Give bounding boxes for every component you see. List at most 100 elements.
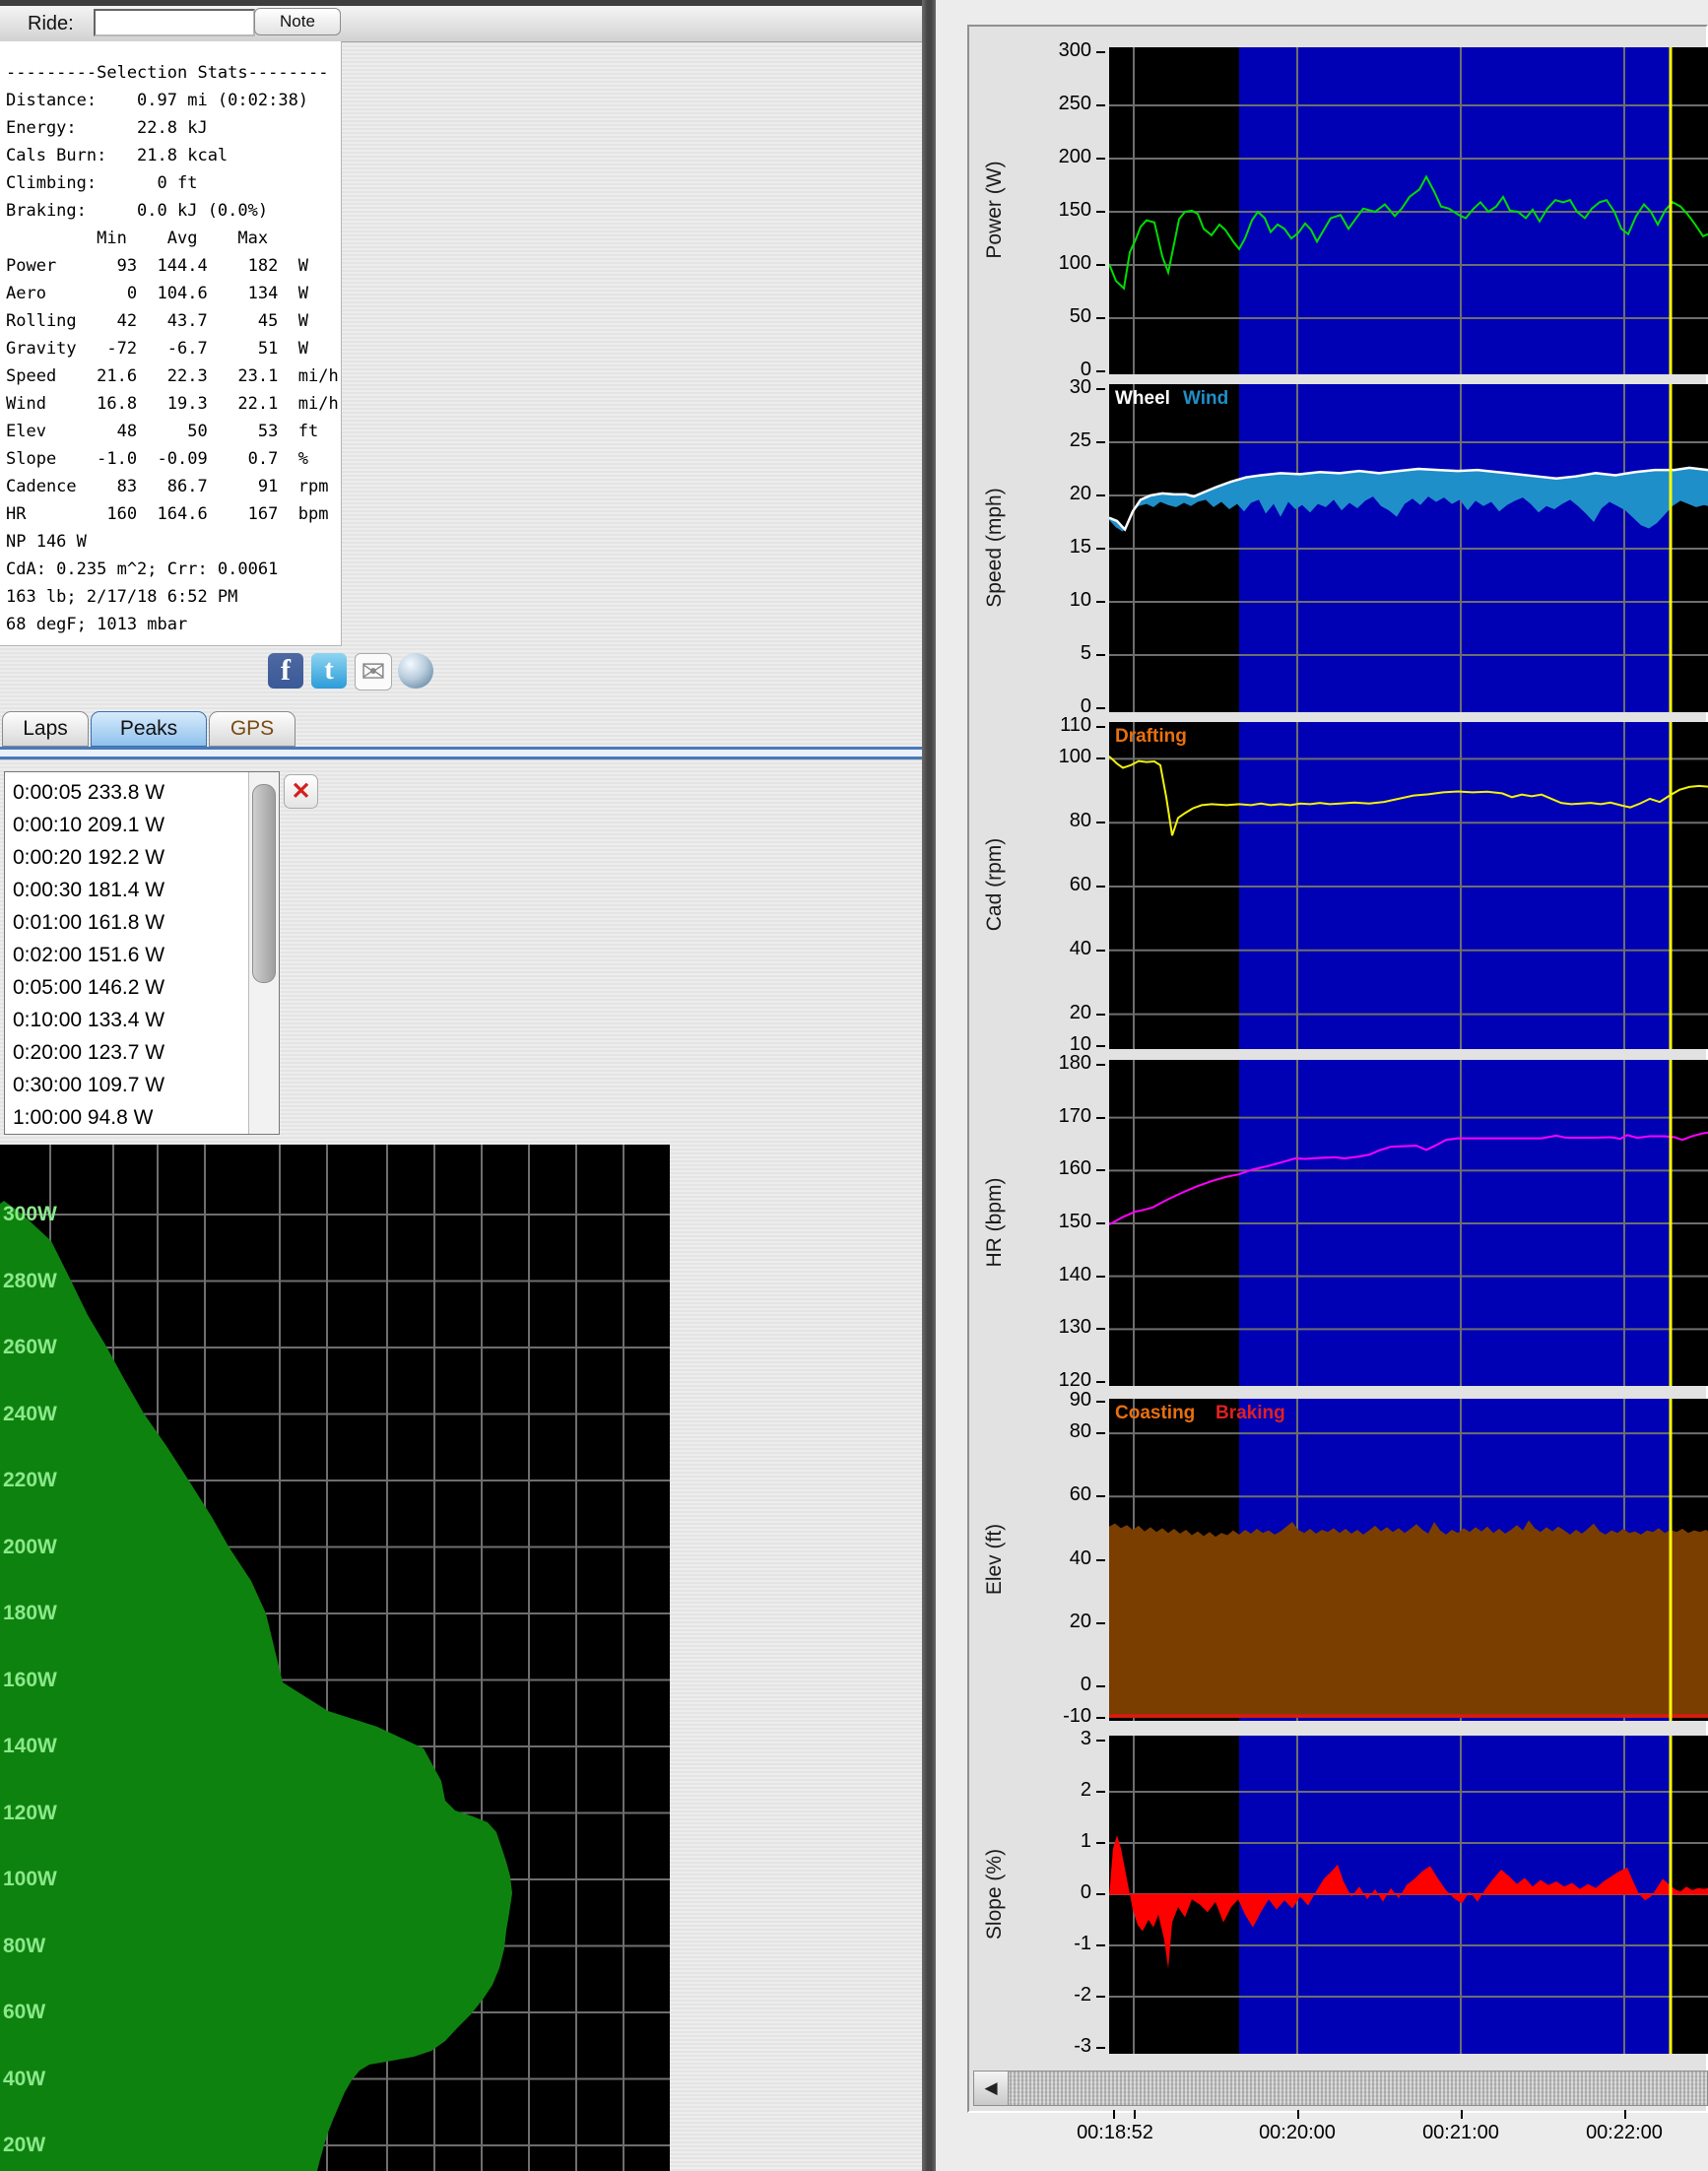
hr-plot[interactable] bbox=[1109, 1060, 1708, 1386]
hr-axis-title: HR (bpm) bbox=[983, 1124, 1007, 1321]
elev-plot[interactable] bbox=[1109, 1399, 1708, 1721]
cad-tick-mark bbox=[1096, 1014, 1105, 1016]
pd-axis-label: 140W bbox=[3, 1735, 57, 1758]
peak-row[interactable]: 0:00:20 192.2 W bbox=[13, 841, 164, 874]
peaks-list[interactable]: 0:00:05 233.8 W0:00:10 209.1 W0:00:20 19… bbox=[4, 771, 280, 1135]
elev-tick-label: -10 bbox=[1011, 1705, 1091, 1728]
speed-axis-title: Speed (mph) bbox=[983, 449, 1007, 646]
hr-tick-mark bbox=[1096, 1222, 1105, 1224]
ride-label: Ride: bbox=[28, 13, 74, 35]
peak-row[interactable]: 0:00:30 181.4 W bbox=[13, 874, 164, 906]
cad-tick-label: 40 bbox=[1011, 938, 1091, 960]
hr-tick-label: 150 bbox=[1011, 1211, 1091, 1233]
power-tick-mark bbox=[1096, 264, 1105, 266]
peak-row[interactable]: 0:20:00 123.7 W bbox=[13, 1036, 164, 1069]
cad-tick-label: 100 bbox=[1011, 746, 1091, 768]
peaks-scrollbar[interactable] bbox=[248, 772, 279, 1134]
cad-tick-mark bbox=[1096, 886, 1105, 888]
power-tick-label: 300 bbox=[1011, 39, 1091, 62]
tab-laps[interactable]: Laps bbox=[2, 711, 89, 747]
speed-tick-mark bbox=[1096, 707, 1105, 709]
ride-name-input[interactable] bbox=[94, 9, 255, 36]
elev-tick-label: 0 bbox=[1011, 1674, 1091, 1696]
slope-tick-mark bbox=[1096, 1893, 1105, 1895]
close-icon: ✕ bbox=[291, 777, 310, 806]
peak-row[interactable]: 1:00:00 94.8 W bbox=[13, 1101, 153, 1134]
google-earth-icon[interactable] bbox=[398, 653, 433, 689]
time-label: 00:22:00 bbox=[1555, 2122, 1693, 2144]
speed-tick-mark bbox=[1096, 601, 1105, 603]
time-label: 00:21:00 bbox=[1392, 2122, 1530, 2144]
time-tick bbox=[1113, 2110, 1115, 2119]
peak-row[interactable]: 0:00:10 209.1 W bbox=[13, 809, 164, 841]
slope-tick-mark bbox=[1096, 1842, 1105, 1844]
peaks-scrollbar-thumb[interactable] bbox=[252, 784, 276, 983]
time-tick bbox=[1134, 2110, 1136, 2119]
facebook-share-icon[interactable]: f bbox=[268, 653, 303, 689]
scroll-left-arrow-icon[interactable]: ◀ bbox=[974, 2072, 1009, 2105]
cad-tick-mark bbox=[1096, 726, 1105, 728]
hr-tick-label: 130 bbox=[1011, 1316, 1091, 1339]
slope-tick-label: -1 bbox=[1011, 1933, 1091, 1955]
hr-tick-mark bbox=[1096, 1381, 1105, 1383]
note-button[interactable]: Note bbox=[254, 8, 341, 35]
slope-tick-label: -2 bbox=[1011, 1984, 1091, 2007]
power-tick-mark bbox=[1096, 104, 1105, 106]
cad-tick-label: 80 bbox=[1011, 810, 1091, 832]
power-tick-label: 50 bbox=[1011, 305, 1091, 328]
cad-tick-label: 110 bbox=[1011, 714, 1091, 737]
peak-row[interactable]: 0:01:00 161.8 W bbox=[13, 906, 164, 939]
peak-row[interactable]: 0:30:00 109.7 W bbox=[13, 1069, 164, 1101]
speed-tick-mark bbox=[1096, 548, 1105, 550]
peak-row[interactable]: 0:02:00 151.6 W bbox=[13, 939, 164, 971]
peak-row[interactable]: 0:00:05 233.8 W bbox=[13, 776, 164, 809]
time-label: 00:18:52 bbox=[1046, 2122, 1184, 2144]
pd-axis-label: 220W bbox=[3, 1469, 57, 1492]
twitter-share-icon[interactable]: t bbox=[311, 653, 347, 689]
cad-legend-drafting: Drafting bbox=[1115, 726, 1187, 748]
elev-tick-label: 90 bbox=[1011, 1389, 1091, 1412]
hr-tick-mark bbox=[1096, 1169, 1105, 1171]
slope-tick-mark bbox=[1096, 2047, 1105, 2049]
elev-tick-mark bbox=[1096, 1559, 1105, 1561]
close-peaks-button[interactable]: ✕ bbox=[284, 774, 318, 809]
elev-tick-mark bbox=[1096, 1401, 1105, 1403]
elev-tick-label: 80 bbox=[1011, 1420, 1091, 1443]
power-plot[interactable] bbox=[1109, 47, 1708, 374]
horizontal-scrollbar[interactable]: ◀ bbox=[973, 2071, 1708, 2106]
peak-row[interactable]: 0:05:00 146.2 W bbox=[13, 971, 164, 1004]
pane-splitter[interactable] bbox=[922, 0, 936, 2171]
power-tick-label: 200 bbox=[1011, 146, 1091, 168]
tab-separator bbox=[0, 747, 922, 760]
slope-plot[interactable] bbox=[1109, 1736, 1708, 2054]
hr-tick-mark bbox=[1096, 1328, 1105, 1330]
slope-tick-label: -3 bbox=[1011, 2035, 1091, 2058]
speed-tick-label: 5 bbox=[1011, 642, 1091, 665]
slope-axis-title: Slope (%) bbox=[983, 1796, 1007, 1993]
power-tick-mark bbox=[1096, 51, 1105, 53]
slope-tick-label: 1 bbox=[1011, 1830, 1091, 1853]
speed-legend-wind: Wind bbox=[1183, 388, 1228, 410]
speed-plot[interactable] bbox=[1109, 384, 1708, 712]
peak-power-curve-chart[interactable]: 300W280W260W240W220W200W180W160W140W120W… bbox=[0, 1145, 670, 2171]
app-window: Ride: Note ---------Selection Stats-----… bbox=[0, 0, 1708, 2171]
peak-row[interactable]: 0:10:00 133.4 W bbox=[13, 1004, 164, 1036]
tab-peaks[interactable]: Peaks bbox=[91, 711, 207, 747]
tab-gps[interactable]: GPS bbox=[209, 711, 296, 747]
speed-tick-mark bbox=[1096, 441, 1105, 443]
speed-legend-wheel: Wheel bbox=[1115, 388, 1170, 410]
cad-tick-mark bbox=[1096, 822, 1105, 823]
speed-tick-label: 25 bbox=[1011, 429, 1091, 452]
elev-legend-braking: Braking bbox=[1215, 1403, 1285, 1424]
pd-axis-label: 40W bbox=[3, 2068, 45, 2091]
cad-tick-mark bbox=[1096, 757, 1105, 759]
slope-tick-mark bbox=[1096, 1791, 1105, 1793]
time-label: 00:20:00 bbox=[1228, 2122, 1366, 2144]
hr-tick-mark bbox=[1096, 1276, 1105, 1278]
slope-tick-mark bbox=[1096, 1996, 1105, 1998]
elev-tick-mark bbox=[1096, 1717, 1105, 1719]
cad-plot[interactable] bbox=[1109, 722, 1708, 1049]
pd-axis-label: 100W bbox=[3, 1868, 57, 1891]
elev-tick-mark bbox=[1096, 1495, 1105, 1497]
email-share-icon[interactable]: ✉ bbox=[355, 653, 392, 691]
